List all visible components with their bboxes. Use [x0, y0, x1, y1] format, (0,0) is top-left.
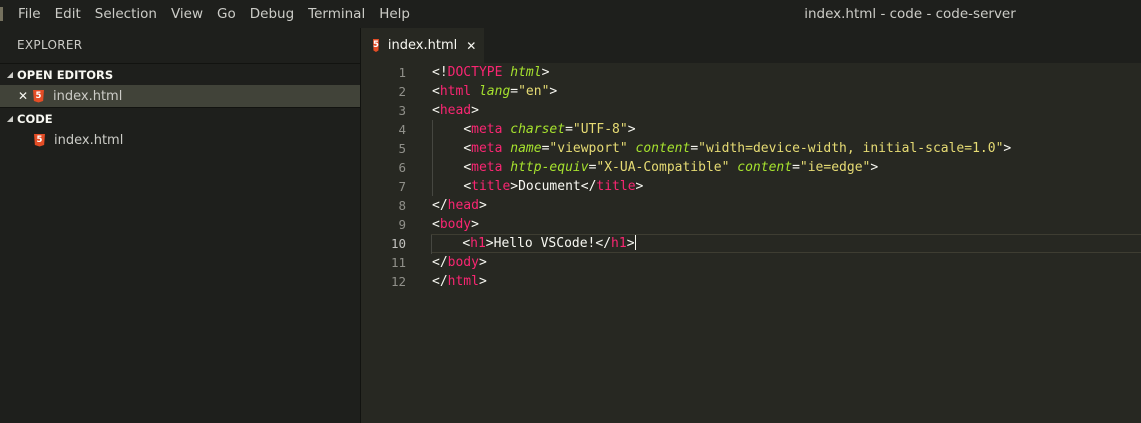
tab-index-html[interactable]: 5 index.html ✕ [361, 28, 484, 63]
window-title: index.html - code - code-server [804, 6, 1016, 22]
explorer-title: EXPLORER [17, 38, 83, 52]
line-number: 4 [398, 122, 406, 137]
indent-guide [431, 235, 432, 254]
chevron-down-icon: ◢ [6, 113, 14, 123]
code-line[interactable]: <html lang="en"> [432, 82, 1141, 101]
code-line[interactable]: </html> [432, 272, 1141, 291]
line-number: 12 [390, 274, 406, 289]
code-editor[interactable]: 1 2 3 4 5 6 7 8 9 10 11 12 <!DOCTYPE html> <html lan… [361, 63, 1141, 423]
menu-bar: File Edit Selection View Go Debug Termin… [11, 0, 417, 28]
indent-guide [432, 139, 433, 158]
code-area[interactable]: <!DOCTYPE html> <html lang="en"> <head> <m… [431, 63, 1141, 291]
indent-guide [432, 177, 433, 196]
chevron-down-icon: ◢ [6, 69, 14, 79]
menu-help[interactable]: Help [372, 0, 417, 28]
open-editor-item[interactable]: ✕ 5 index.html [0, 85, 360, 107]
open-editors-label: OPEN EDITORS [17, 67, 114, 82]
indent-guide [432, 158, 433, 177]
menu-edit[interactable]: Edit [48, 0, 88, 28]
line-number-gutter: 1 2 3 4 5 6 7 8 9 10 11 12 [361, 63, 406, 291]
window-edge [0, 7, 3, 21]
code-line[interactable]: <head> [432, 101, 1141, 120]
code-line[interactable]: </body> [432, 253, 1141, 272]
html5-icon: 5 [34, 133, 45, 147]
file-tree-item[interactable]: 5 index.html [0, 129, 360, 151]
code-line[interactable]: </head> [432, 196, 1141, 215]
folder-header-code[interactable]: ◢ CODE [0, 107, 360, 129]
folder-label: CODE [17, 111, 53, 126]
line-number: 9 [398, 217, 406, 232]
open-editor-filename: index.html [53, 88, 123, 104]
editor-tabs: 5 index.html ✕ [361, 28, 1141, 63]
code-line[interactable]: <h1>Hello VSCode!</h1> [431, 234, 1141, 254]
open-editors-header[interactable]: ◢ OPEN EDITORS [0, 63, 360, 85]
html5-icon: 5 [33, 89, 44, 103]
line-number: 10 [390, 236, 406, 251]
title-bar: File Edit Selection View Go Debug Termin… [0, 0, 1141, 28]
code-line[interactable]: <body> [432, 215, 1141, 234]
line-number: 5 [398, 141, 406, 156]
menu-file[interactable]: File [11, 0, 48, 28]
line-number: 11 [390, 255, 406, 270]
html5-icon: 5 [373, 39, 379, 52]
code-line[interactable]: <meta name="viewport" content="width=dev… [432, 139, 1141, 158]
line-number: 8 [398, 198, 406, 213]
tab-label: index.html [387, 38, 458, 53]
menu-selection[interactable]: Selection [88, 0, 164, 28]
explorer-sidebar: EXPLORER ◢ OPEN EDITORS ✕ 5 index.html ◢… [0, 28, 361, 423]
menu-view[interactable]: View [164, 0, 210, 28]
menu-go[interactable]: Go [210, 0, 243, 28]
menu-debug[interactable]: Debug [243, 0, 301, 28]
text-cursor [634, 235, 636, 250]
close-icon[interactable]: ✕ [466, 39, 476, 53]
line-number: 1 [398, 65, 406, 80]
indent-guide [432, 120, 433, 139]
line-number: 2 [398, 84, 406, 99]
code-line[interactable]: <title>Document</title> [432, 177, 1141, 196]
close-icon[interactable]: ✕ [17, 89, 29, 103]
file-tree-filename: index.html [54, 132, 124, 148]
line-number: 6 [398, 160, 406, 175]
line-number: 7 [398, 179, 406, 194]
code-line[interactable]: <!DOCTYPE html> [432, 63, 1141, 82]
line-number: 3 [398, 103, 406, 118]
code-line[interactable]: <meta http-equiv="X-UA-Compatible" conte… [432, 158, 1141, 177]
menu-terminal[interactable]: Terminal [301, 0, 372, 28]
code-line[interactable]: <meta charset="UTF-8"> [432, 120, 1141, 139]
